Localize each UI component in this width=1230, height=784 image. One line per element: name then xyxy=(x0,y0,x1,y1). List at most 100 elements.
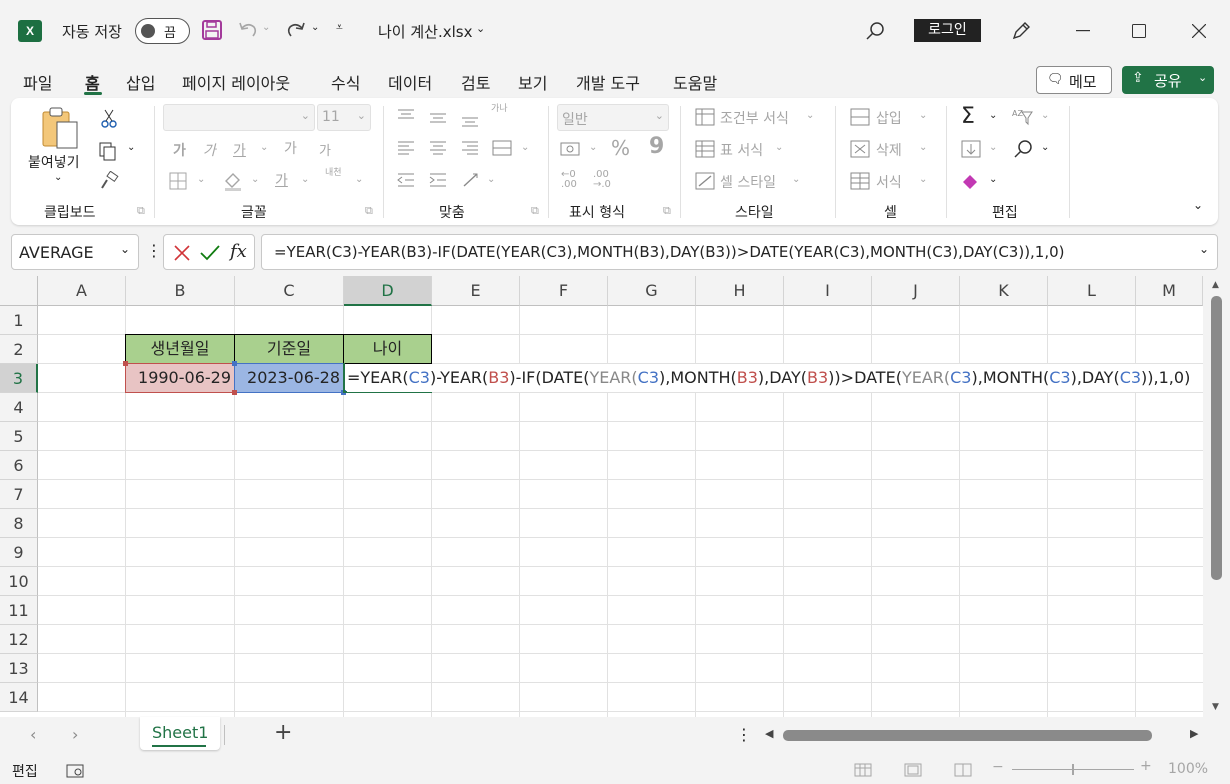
grow-font-button[interactable]: 가 xyxy=(284,138,297,158)
number-launcher-icon[interactable]: ⧉ xyxy=(663,204,671,218)
autosave-toggle[interactable]: 끔 xyxy=(135,18,190,44)
customize-qat-icon[interactable]: ⩡ xyxy=(336,20,343,35)
sheet-tab-sheet1[interactable]: Sheet1 xyxy=(140,717,220,750)
filename-chevron-icon[interactable]: ⌄ xyxy=(476,22,485,35)
ribbon-collapse-icon[interactable]: ⌄ xyxy=(1193,198,1203,212)
delete-chevron-icon[interactable]: ⌄ xyxy=(919,142,927,153)
zoom-level[interactable]: 100% xyxy=(1168,761,1208,777)
conditional-format-icon[interactable] xyxy=(694,107,716,127)
vertical-scroll-thumb[interactable] xyxy=(1211,296,1222,580)
border-chevron-icon[interactable]: ⌄ xyxy=(197,174,205,185)
column-header-j[interactable]: J xyxy=(872,276,960,306)
phonetic-chevron-icon[interactable]: ⌄ xyxy=(355,174,363,185)
cell-styles-icon[interactable] xyxy=(694,171,716,191)
format-table-button[interactable]: 표 서식 xyxy=(720,140,763,160)
select-all-corner[interactable] xyxy=(0,276,38,306)
bold-button[interactable]: 가 xyxy=(173,140,186,160)
format-table-chevron-icon[interactable]: ⌄ xyxy=(775,142,783,153)
formula-input[interactable]: =YEAR(C3)-YEAR(B3)-IF(DATE(YEAR(C3),MONT… xyxy=(261,234,1218,270)
range-handle[interactable] xyxy=(123,361,128,366)
scroll-down-icon[interactable]: ▼ xyxy=(1212,702,1219,712)
row-header-2[interactable]: 2 xyxy=(0,335,38,364)
row-header-3[interactable]: 3 xyxy=(0,364,38,393)
menu-insert[interactable]: 삽입 xyxy=(126,70,155,94)
confirm-entry-icon[interactable] xyxy=(198,241,222,265)
font-size-select[interactable]: 11 ⌄ xyxy=(317,104,371,131)
conditional-chevron-icon[interactable]: ⌄ xyxy=(806,110,814,121)
paste-button[interactable]: 붙여넣기 ⌄ xyxy=(28,106,87,188)
cell-d2[interactable]: 나이 xyxy=(343,334,432,364)
redo-icon[interactable] xyxy=(283,18,309,42)
column-header-g[interactable]: G xyxy=(608,276,696,306)
page-layout-view-icon[interactable] xyxy=(902,760,924,780)
expand-formula-bar-icon[interactable]: ⌄ xyxy=(1199,242,1209,256)
fill-chevron-icon[interactable]: ⌄ xyxy=(989,142,997,153)
column-header-a[interactable]: A xyxy=(38,276,126,306)
font-launcher-icon[interactable]: ⧉ xyxy=(365,204,373,218)
cell-d3-formula[interactable]: =YEAR(C3)-YEAR(B3)-IF(DATE(YEAR(C3),MONT… xyxy=(347,364,1195,392)
decrease-indent-icon[interactable] xyxy=(395,170,417,190)
align-left-icon[interactable] xyxy=(395,138,417,158)
normal-view-icon[interactable] xyxy=(852,760,874,780)
underline-button[interactable]: 가 xyxy=(233,140,246,160)
insert-cells-button[interactable]: 삽입 xyxy=(876,108,902,128)
range-handle[interactable] xyxy=(232,361,237,366)
decrease-decimal-icon[interactable]: .00 →.0 xyxy=(593,170,611,190)
format-table-icon[interactable] xyxy=(694,139,716,159)
cell-c3[interactable]: 2023-06-28 xyxy=(234,363,344,393)
insert-chevron-icon[interactable]: ⌄ xyxy=(919,110,927,121)
insert-cells-icon[interactable] xyxy=(849,107,871,127)
border-icon[interactable] xyxy=(167,170,189,192)
orientation-icon[interactable] xyxy=(459,170,483,190)
add-sheet-icon[interactable]: + xyxy=(274,720,292,745)
increase-indent-icon[interactable] xyxy=(427,170,449,190)
align-right-icon[interactable] xyxy=(459,138,481,158)
undo-icon[interactable] xyxy=(235,18,261,42)
share-chevron-icon[interactable]: ⌄ xyxy=(1198,71,1207,84)
page-break-view-icon[interactable] xyxy=(952,760,974,780)
menu-data[interactable]: 데이터 xyxy=(388,70,432,94)
share-button[interactable]: ⇪ 공유 ⌄ xyxy=(1122,66,1214,94)
undo-dropdown-icon[interactable]: ⌄ xyxy=(262,22,270,33)
align-middle-icon[interactable] xyxy=(427,108,449,128)
name-box-chevron-icon[interactable]: ⌄ xyxy=(120,242,130,256)
zoom-slider-thumb[interactable] xyxy=(1072,764,1074,775)
font-color-button[interactable]: 가 xyxy=(275,170,288,190)
cell-styles-chevron-icon[interactable]: ⌄ xyxy=(792,174,800,185)
conditional-format-button[interactable]: 조건부 서식 xyxy=(720,108,789,128)
column-header-h[interactable]: H xyxy=(696,276,784,306)
paste-chevron-icon[interactable]: ⌄ xyxy=(54,172,62,183)
scroll-left-icon[interactable]: ◀ xyxy=(765,727,773,740)
comma-style-icon[interactable]: 9 xyxy=(649,134,664,159)
row-header-10[interactable]: 10 xyxy=(0,567,38,596)
zoom-in-icon[interactable]: + xyxy=(1140,758,1152,774)
menu-home[interactable]: 홈 xyxy=(85,70,100,94)
memo-button[interactable]: 🗨 메모 xyxy=(1036,66,1112,94)
menu-page-layout[interactable]: 페이지 레이아웃 xyxy=(182,70,290,94)
tab-bar-more-icon[interactable]: ⋮ xyxy=(736,725,752,744)
row-header-11[interactable]: 11 xyxy=(0,596,38,625)
accounting-chevron-icon[interactable]: ⌄ xyxy=(589,142,597,153)
cell-b2[interactable]: 생년월일 xyxy=(125,334,235,364)
scroll-right-icon[interactable]: ▶ xyxy=(1190,727,1198,740)
column-header-k[interactable]: K xyxy=(960,276,1048,306)
clear-icon[interactable] xyxy=(959,171,983,191)
delete-cells-icon[interactable] xyxy=(849,139,871,159)
menu-file[interactable]: 파일 xyxy=(23,70,52,94)
increase-decimal-icon[interactable]: ←0.00 xyxy=(561,170,577,190)
vertical-scrollbar[interactable]: ▲ ▼ xyxy=(1203,276,1230,717)
cell-b3[interactable]: 1990-06-29 xyxy=(125,363,235,393)
underline-chevron-icon[interactable]: ⌄ xyxy=(260,142,268,153)
italic-button[interactable]: 가 xyxy=(203,140,216,160)
maximize-icon[interactable] xyxy=(1126,18,1152,44)
range-handle[interactable] xyxy=(232,390,237,395)
column-header-m[interactable]: M xyxy=(1136,276,1203,306)
row-header-7[interactable]: 7 xyxy=(0,480,38,509)
pen-icon[interactable] xyxy=(1008,18,1034,44)
percent-icon[interactable]: % xyxy=(611,136,630,160)
menu-help[interactable]: 도움말 xyxy=(673,70,717,94)
font-color-chevron-icon[interactable]: ⌄ xyxy=(301,174,309,185)
copy-icon[interactable] xyxy=(95,140,121,162)
fill-icon[interactable] xyxy=(959,139,983,159)
column-header-b[interactable]: B xyxy=(126,276,235,306)
